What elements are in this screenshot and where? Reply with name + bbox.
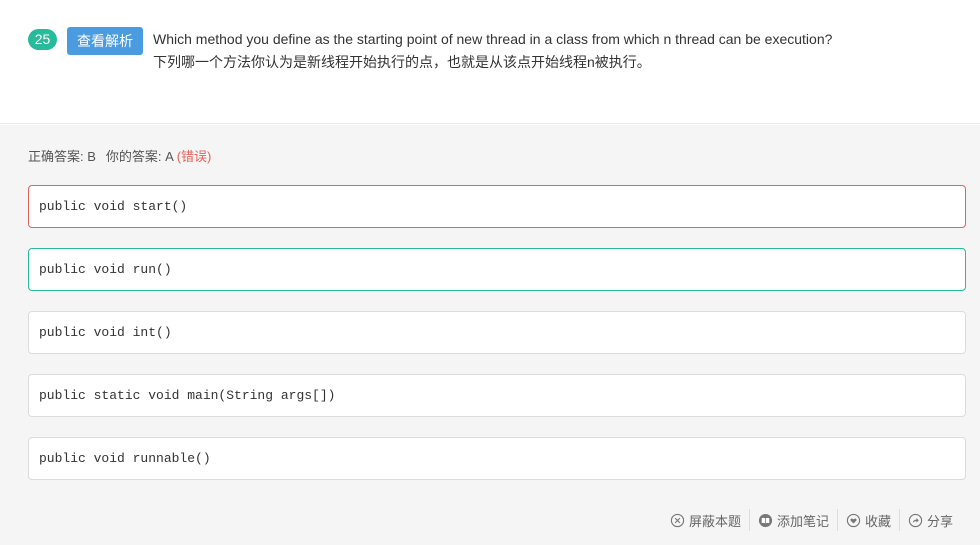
question-number-badge: 25 <box>28 29 57 50</box>
hide-question-label: 屏蔽本题 <box>688 513 741 529</box>
favorite-label: 收藏 <box>864 513 891 529</box>
answer-area: 正确答案: B 你的答案: A (错误) public void start() … <box>0 125 980 545</box>
add-note-label: 添加笔记 <box>776 513 829 529</box>
share-label: 分享 <box>926 513 953 529</box>
option-c[interactable]: public void int() <box>28 311 966 354</box>
option-e[interactable]: public void runnable() <box>28 437 966 480</box>
option-a[interactable]: public void start() <box>28 185 966 228</box>
add-note-button[interactable]: 添加笔记 <box>750 509 837 531</box>
view-explanation-button[interactable]: 查看解析 <box>67 27 143 55</box>
question-text-english: Which method you define as the starting … <box>153 31 833 47</box>
book-icon <box>758 513 773 527</box>
close-circle-icon <box>670 513 685 527</box>
option-d[interactable]: public static void main(String args[]) <box>28 374 966 417</box>
question-header: 25 查看解析 Which method you define as the s… <box>0 0 980 124</box>
correct-answer-label: 正确答案: B <box>28 149 96 164</box>
heart-icon <box>846 513 861 527</box>
hide-question-button[interactable]: 屏蔽本题 <box>662 509 749 531</box>
favorite-button[interactable]: 收藏 <box>838 509 899 531</box>
share-icon <box>908 513 923 527</box>
answer-result-wrong: (错误) <box>176 149 212 164</box>
option-b[interactable]: public void run() <box>28 248 966 291</box>
question-actions: 屏蔽本题 添加笔记 收藏 分享 <box>662 509 953 531</box>
answer-summary: 正确答案: B 你的答案: A (错误) <box>28 146 211 165</box>
share-button[interactable]: 分享 <box>900 509 953 531</box>
question-text-chinese: 下列哪一个方法你认为是新线程开始执行的点，也就是从该点开始线程n被执行。 <box>153 54 651 70</box>
your-answer-label: 你的答案: A <box>105 149 174 164</box>
